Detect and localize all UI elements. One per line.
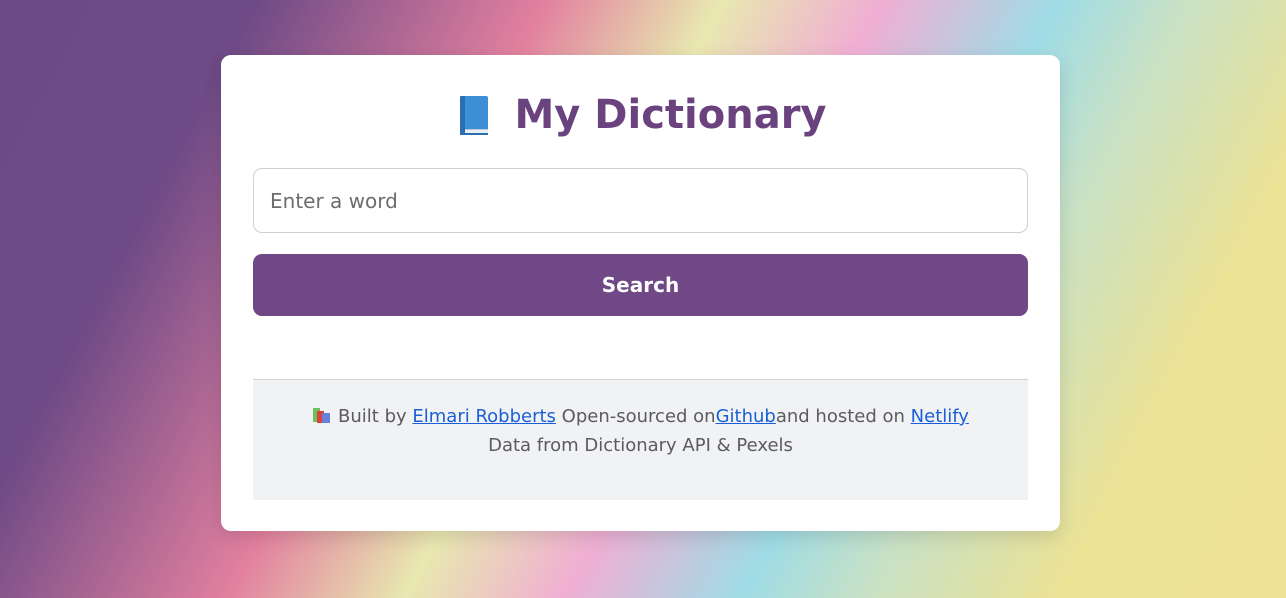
dictionary-card: My Dictionary Search Built by Elmari Rob… xyxy=(221,55,1060,531)
page-title: My Dictionary xyxy=(514,92,827,138)
netlify-link[interactable]: Netlify xyxy=(911,406,969,427)
open-sourced-text: Open-sourced on xyxy=(561,406,716,427)
header: My Dictionary xyxy=(221,85,1060,145)
search-input[interactable] xyxy=(253,168,1028,233)
hosted-text: and hosted on xyxy=(775,406,905,427)
built-by-text: Built by xyxy=(338,406,407,427)
author-link[interactable]: Elmari Robberts xyxy=(412,406,556,427)
data-from-text: Data from Dictionary API & Pexels xyxy=(488,435,793,456)
search-button[interactable]: Search xyxy=(253,254,1028,316)
footer: Built by Elmari Robberts Open-sourced on… xyxy=(253,379,1028,500)
books-icon xyxy=(312,404,332,423)
github-link[interactable]: Github xyxy=(716,406,776,427)
book-icon xyxy=(454,93,494,137)
